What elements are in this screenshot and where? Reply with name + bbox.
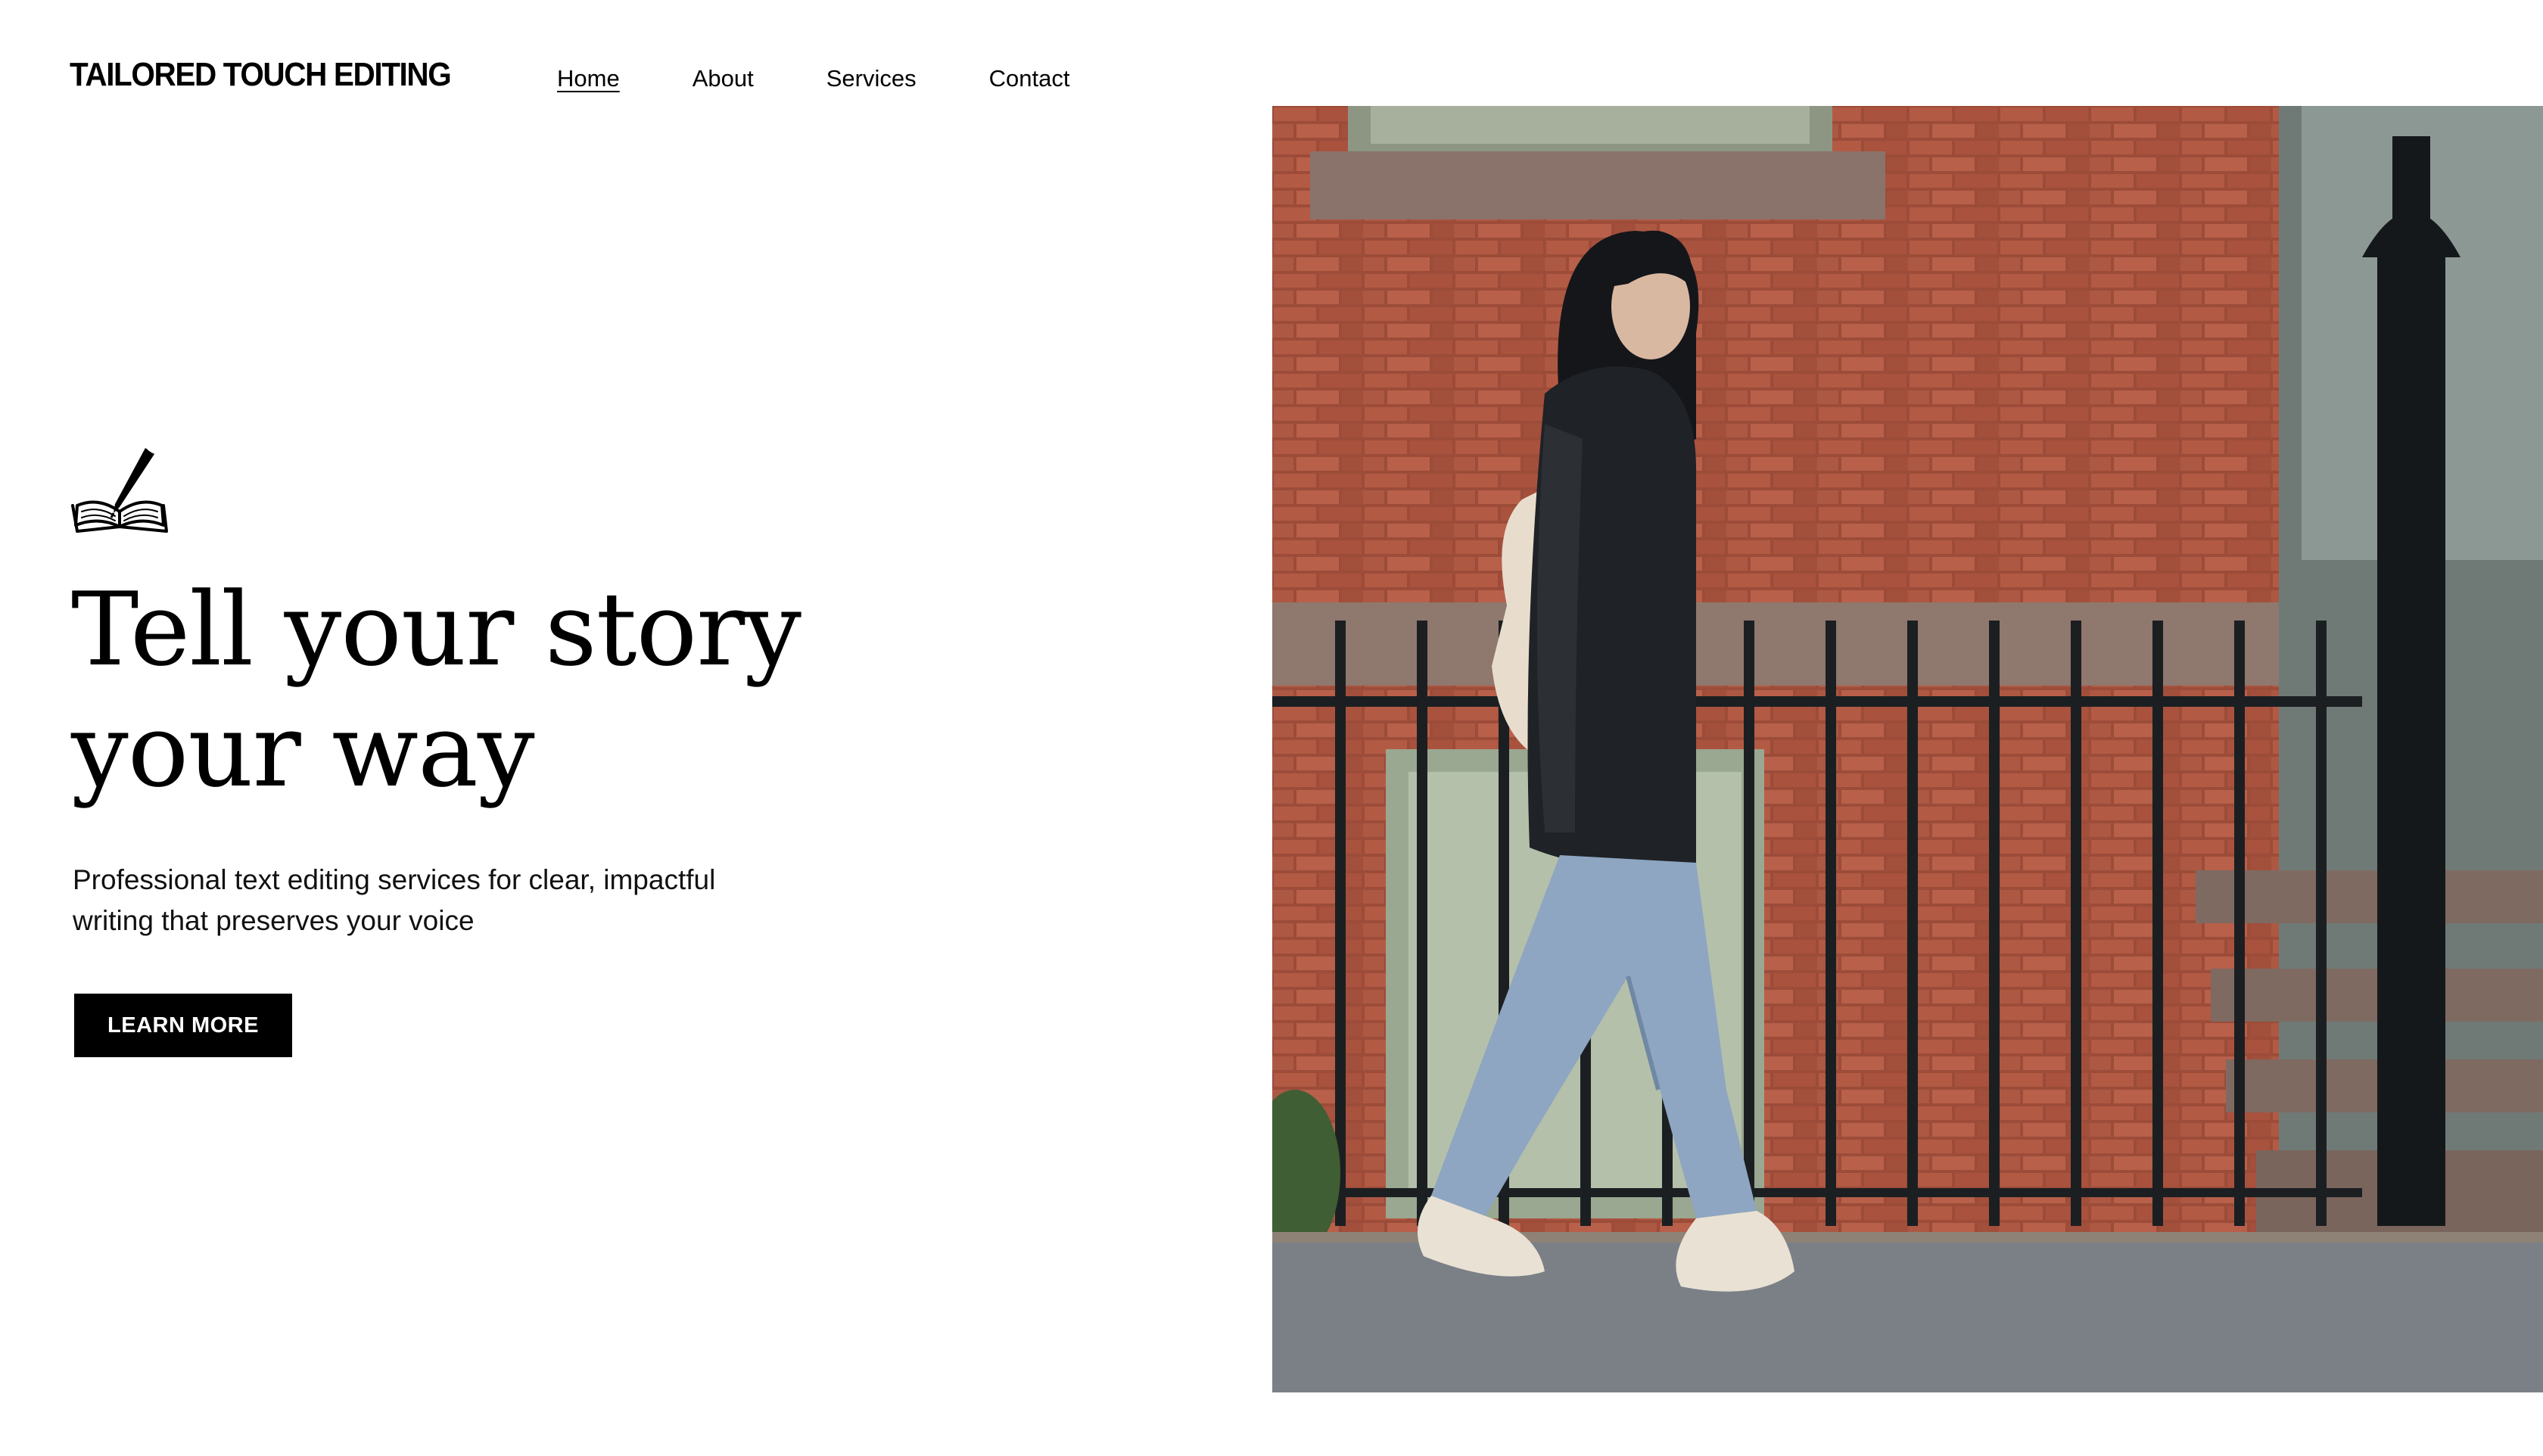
nav-link-about[interactable]: About xyxy=(693,65,754,92)
nav-link-contact[interactable]: Contact xyxy=(989,65,1070,92)
book-pen-icon xyxy=(70,442,173,536)
headline-line-2: your way xyxy=(71,692,535,810)
hero-headline: Tell your story your way xyxy=(71,569,828,811)
woman-walking-photo xyxy=(1272,106,2543,1392)
headline-line-1: Tell your story xyxy=(71,571,801,689)
subtext-line-1: Professional text editing services for c… xyxy=(73,864,716,895)
site-header: TAILORED TOUCH EDITING Home About Servic… xyxy=(0,0,1272,106)
main-nav: Home About Services Contact xyxy=(557,65,1142,92)
learn-more-button[interactable]: LEARN MORE xyxy=(74,994,292,1057)
subtext-line-2: writing that preserves your voice xyxy=(73,905,475,936)
nav-link-services[interactable]: Services xyxy=(826,65,917,92)
site-logo[interactable]: TAILORED TOUCH EDITING xyxy=(70,56,452,94)
hero-subtext: Professional text editing services for c… xyxy=(73,860,814,941)
nav-link-home[interactable]: Home xyxy=(557,65,620,92)
